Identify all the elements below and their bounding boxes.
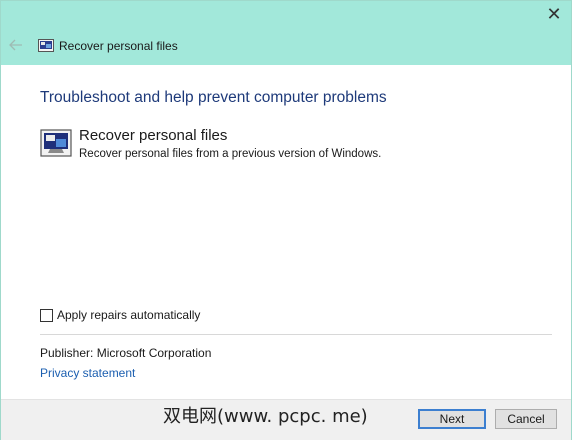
close-button[interactable]: ✕ xyxy=(537,1,571,27)
privacy-statement-link[interactable]: Privacy statement xyxy=(40,366,135,380)
item-description: Recover personal files from a previous v… xyxy=(79,148,382,160)
recover-files-icon xyxy=(40,129,72,157)
next-button[interactable]: Next xyxy=(418,409,486,429)
apply-repairs-checkbox[interactable] xyxy=(40,308,53,322)
watermark-text: 双电网(www. pcpc. me) xyxy=(163,406,368,427)
divider xyxy=(40,334,552,335)
title-bar: ✕ Recover personal files xyxy=(1,1,571,65)
window-title: Recover personal files xyxy=(59,39,178,53)
item-title: Recover personal files xyxy=(79,127,228,144)
troubleshooter-window: ✕ Recover personal files Troubleshoot an… xyxy=(0,0,572,440)
cancel-button[interactable]: Cancel xyxy=(495,409,557,429)
apply-repairs-option[interactable]: Apply repairs automatically xyxy=(40,308,200,322)
apply-repairs-label[interactable]: Apply repairs automatically xyxy=(57,308,200,322)
page-heading: Troubleshoot and help prevent computer p… xyxy=(40,89,387,106)
publisher-text: Publisher: Microsoft Corporation xyxy=(40,346,212,360)
back-arrow-icon xyxy=(9,39,22,51)
back-button[interactable] xyxy=(9,39,25,53)
recover-files-icon xyxy=(38,39,54,52)
close-icon: ✕ xyxy=(546,3,562,24)
